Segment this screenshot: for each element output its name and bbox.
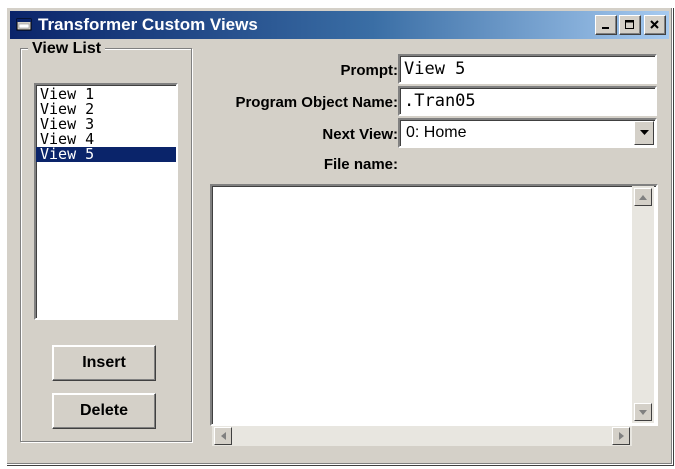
minimize-icon (602, 27, 609, 29)
dropdown-button[interactable] (634, 121, 654, 145)
window-title: Transformer Custom Views (38, 15, 258, 34)
maximize-icon (625, 20, 634, 29)
next-view-value: 0: Home (406, 124, 467, 141)
file-name-textarea[interactable] (210, 184, 658, 426)
next-view-label: Next View: (322, 126, 398, 143)
file-name-label: File name: (323, 156, 398, 173)
scroll-left-button[interactable] (214, 427, 232, 445)
title-bar[interactable]: Transformer Custom Views (10, 11, 669, 39)
arrow-up-icon (639, 194, 647, 200)
scroll-right-button[interactable] (612, 427, 630, 445)
vertical-scrollbar[interactable] (632, 186, 654, 423)
view-list-box[interactable]: View 1 View 2 View 3 View 4 View 5 (34, 83, 178, 320)
scroll-down-button[interactable] (634, 403, 652, 421)
arrow-down-icon (639, 409, 647, 415)
arrow-right-icon (618, 432, 624, 440)
arrow-left-icon (220, 432, 226, 440)
delete-button[interactable]: Delete (52, 393, 156, 429)
list-item-selected[interactable]: View 5 (36, 147, 176, 162)
minimize-button[interactable] (595, 15, 617, 35)
prompt-label: Prompt: (340, 62, 399, 79)
program-object-label: Program Object Name: (235, 94, 398, 111)
view-list-legend: View List (28, 40, 106, 58)
insert-button[interactable]: Insert (52, 345, 156, 381)
chevron-down-icon (639, 130, 649, 135)
next-view-select[interactable]: 0: Home (398, 118, 657, 148)
horizontal-scrollbar[interactable] (212, 426, 632, 446)
close-icon (650, 20, 659, 29)
maximize-button[interactable] (619, 15, 641, 35)
close-button[interactable] (644, 15, 666, 35)
program-object-input[interactable]: .Tran05 (398, 86, 657, 116)
scroll-up-button[interactable] (634, 188, 652, 206)
prompt-input[interactable]: View 5 (398, 54, 657, 84)
window-app-icon[interactable] (14, 15, 34, 35)
